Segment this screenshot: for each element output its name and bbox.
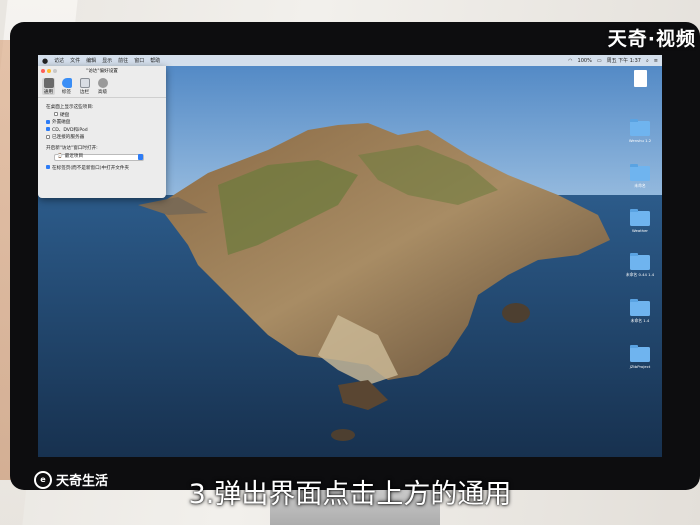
- folder-icon: [630, 345, 650, 362]
- menubar-status: ◠ 100% ▭ 周五 下午 1:37 ⌕ ≡: [568, 57, 658, 65]
- window-titlebar: "访达"偏好设置: [38, 66, 166, 76]
- desktop-icon-folder[interactable]: 未命名 0.44 1.4: [620, 253, 660, 278]
- checkbox-checked[interactable]: [46, 127, 50, 132]
- chevron-updown-icon: [138, 154, 143, 161]
- desktop-icon-folder[interactable]: Wenshu 1.2: [620, 119, 660, 143]
- document-icon: [633, 70, 647, 87]
- tab-sidebar[interactable]: 边栏: [78, 78, 91, 95]
- brand-watermark-top: 天奇·视频: [607, 28, 696, 50]
- menu-help[interactable]: 帮助: [150, 57, 160, 64]
- checkbox-checked[interactable]: [46, 119, 50, 124]
- tab-advanced[interactable]: 高级: [96, 78, 109, 95]
- recents-icon: ⌚: [57, 154, 63, 160]
- desktop-icon-label: 未命名 0.44 1.4: [625, 272, 655, 277]
- folder-icon: [630, 299, 650, 316]
- tag-icon: [61, 78, 72, 88]
- desktop-icon-label: Weather: [632, 228, 648, 233]
- window-title: "访达"偏好设置: [86, 69, 118, 74]
- desktop-icon-label: Wenshu 1.2: [628, 138, 652, 143]
- menu-go[interactable]: 前往: [118, 57, 128, 64]
- tab-general[interactable]: 通用: [42, 78, 55, 95]
- subtitle-caption: 3.弹出界面点击上方的通用: [188, 479, 512, 510]
- battery-percent[interactable]: 100%: [578, 58, 592, 64]
- new-window-select[interactable]: ⌚ 最近项目: [54, 153, 144, 161]
- folder-icon: [630, 209, 650, 226]
- menu-edit[interactable]: 编辑: [86, 57, 96, 64]
- tab-general-label: 通用: [43, 90, 54, 95]
- desktop-icon-label: 未命名: [634, 183, 646, 188]
- menu-file[interactable]: 文件: [70, 57, 80, 64]
- tab-tags-label: 标签: [61, 90, 72, 95]
- gear-icon: [97, 78, 108, 88]
- desktop-icon-doc[interactable]: [620, 70, 660, 89]
- option-label: 已连接的服务器: [52, 135, 85, 141]
- option-hard-disks[interactable]: 硬盘: [46, 112, 158, 120]
- desktop-icon-folder[interactable]: JZtbProject: [620, 345, 660, 369]
- apple-icon[interactable]: ●: [42, 57, 48, 65]
- desktop-icon-label: 未命名 1.4: [630, 318, 650, 323]
- folder-icon: [630, 119, 650, 136]
- option-label: CD、DVD和iPod: [52, 127, 88, 133]
- menu-finder[interactable]: 访达: [54, 57, 64, 64]
- finder-preferences-window: "访达"偏好设置 通用 标签 边栏 高级 在桌面上显示这些项目: 硬盘 外置磁盘…: [38, 66, 166, 198]
- menu-view[interactable]: 显示: [102, 57, 112, 64]
- folder-icon: [630, 164, 650, 181]
- option-label: 硬盘: [60, 112, 70, 118]
- search-icon[interactable]: ⌕: [646, 58, 649, 64]
- menu-window[interactable]: 窗口: [134, 57, 144, 64]
- option-cd-dvd-ipod[interactable]: CD、DVD和iPod: [46, 127, 158, 135]
- checkbox[interactable]: [46, 134, 50, 139]
- option-open-in-tabs[interactable]: 在标签页(而不是新窗口)中打开文件夹: [46, 165, 158, 173]
- wifi-icon[interactable]: ◠: [568, 58, 572, 64]
- general-icon: [43, 78, 54, 88]
- checkbox[interactable]: [54, 112, 58, 117]
- option-connected-servers[interactable]: 已连接的服务器: [46, 134, 158, 142]
- tab-advanced-label: 高级: [97, 90, 108, 95]
- desktop-icon-folder[interactable]: 未命名: [620, 164, 660, 189]
- checkbox-checked[interactable]: [46, 165, 50, 170]
- new-window-value: 最近项目: [64, 154, 84, 160]
- desktop-items-heading: 在桌面上显示这些项目:: [46, 105, 94, 110]
- battery-icon[interactable]: ▭: [597, 58, 602, 64]
- option-label: 外置磁盘: [52, 120, 71, 126]
- desktop-icon-folder[interactable]: 未命名 1.4: [620, 299, 660, 324]
- desktop-icon-label: JZtbProject: [629, 364, 651, 369]
- menubar-clock[interactable]: 周五 下午 1:37: [607, 57, 641, 64]
- prefs-body: 在桌面上显示这些项目: 硬盘 外置磁盘 CD、DVD和iPod 已连接的服务器 …: [38, 98, 166, 178]
- sidebar-icon: [79, 78, 90, 88]
- control-icon[interactable]: ≡: [654, 58, 658, 64]
- option-external-disks[interactable]: 外置磁盘: [46, 119, 158, 127]
- tab-tags[interactable]: 标签: [60, 78, 73, 95]
- tab-sidebar-label: 边栏: [79, 90, 90, 95]
- option-label: 在标签页(而不是新窗口)中打开文件夹: [52, 165, 130, 171]
- screen: ● 访达 文件 编辑 显示 前往 窗口 帮助 ◠ 100% ▭ 周五 下午 1:…: [38, 55, 662, 457]
- prefs-toolbar: 通用 标签 边栏 高级: [38, 76, 166, 98]
- menubar: ● 访达 文件 编辑 显示 前往 窗口 帮助 ◠ 100% ▭ 周五 下午 1:…: [38, 55, 662, 66]
- new-window-label: 开启新"访达"窗口时打开:: [46, 145, 98, 151]
- folder-icon: [630, 253, 650, 270]
- desktop-icon-folder[interactable]: Weather: [620, 209, 660, 233]
